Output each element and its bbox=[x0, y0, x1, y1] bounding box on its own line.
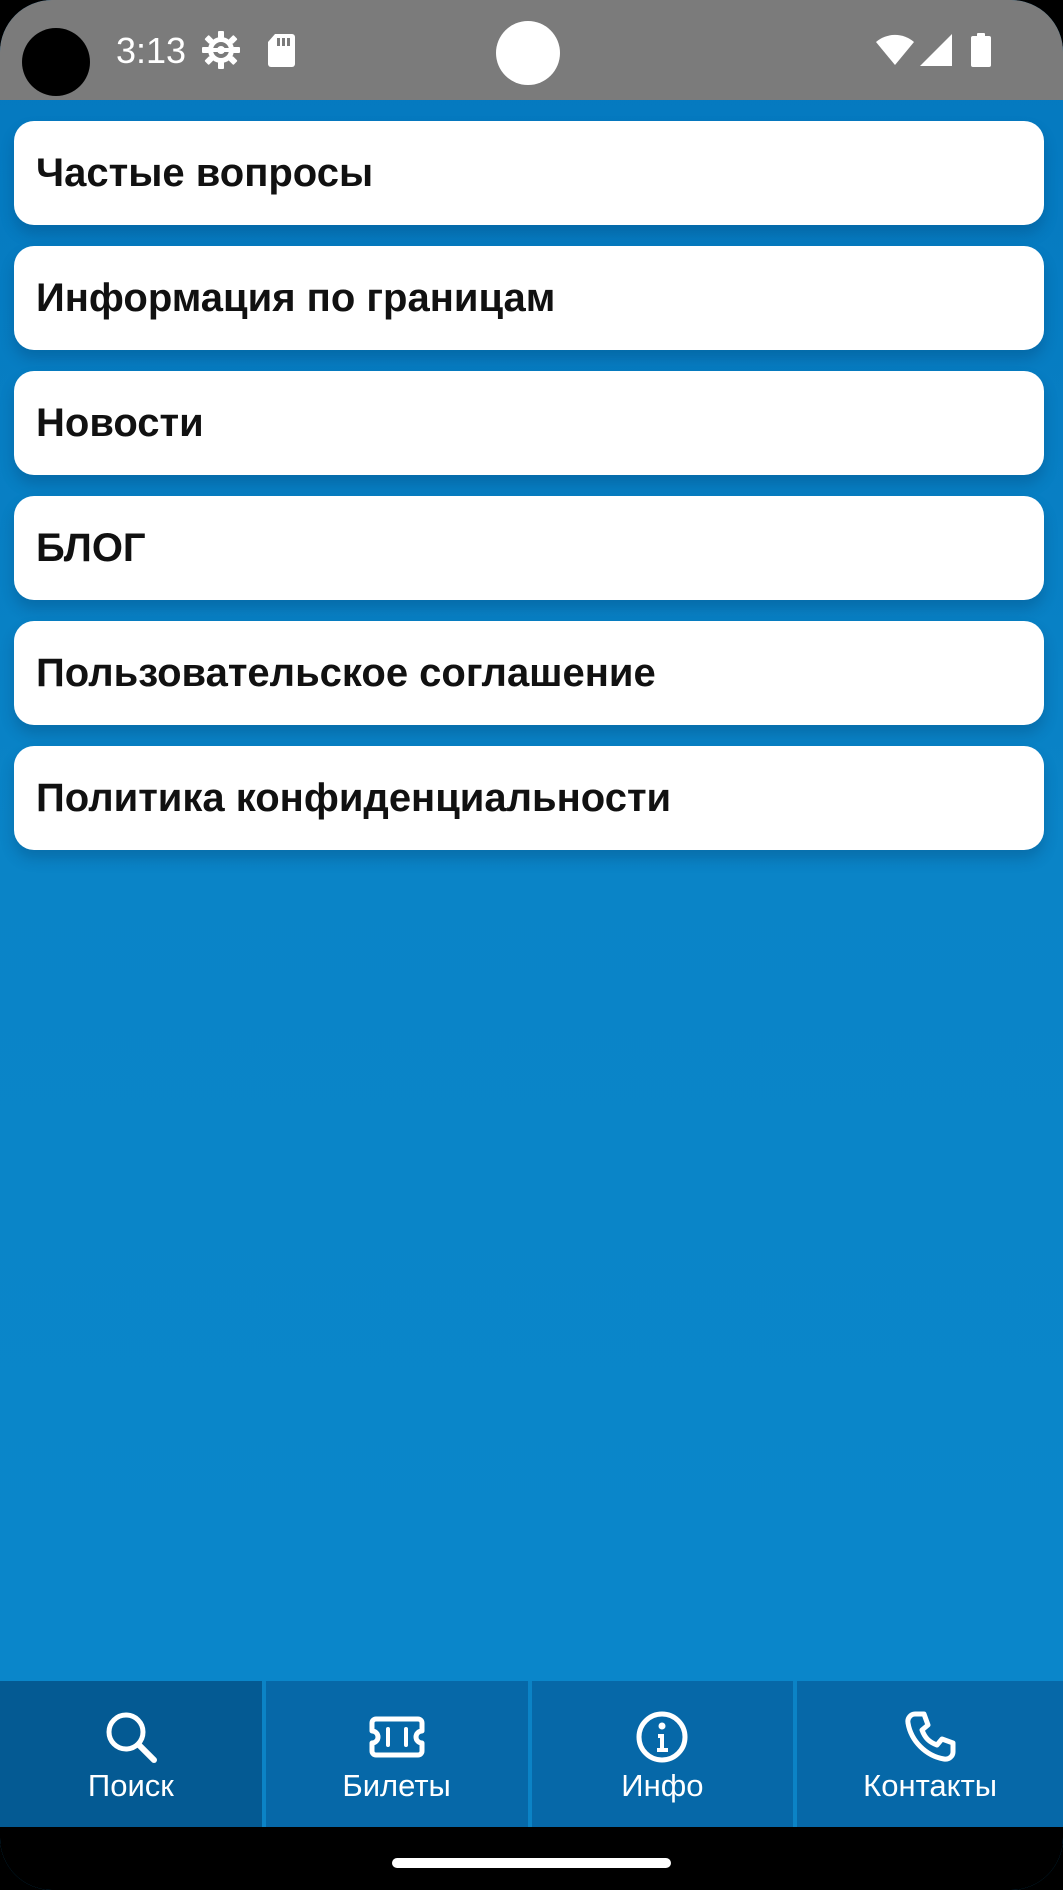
tab-label: Билеты bbox=[342, 1768, 451, 1803]
sd-card-icon bbox=[264, 30, 298, 70]
menu-item-news[interactable]: Новости bbox=[14, 371, 1044, 475]
bottom-navigation: Поиск Билеты Инфо Контакты bbox=[0, 1681, 1063, 1827]
search-icon bbox=[102, 1708, 160, 1766]
menu-item-border-info[interactable]: Информация по границам bbox=[14, 246, 1044, 350]
tab-contacts[interactable]: Контакты bbox=[797, 1681, 1063, 1827]
mobile-screen: 3:13 Частые вопросы Информация по границ… bbox=[0, 0, 1063, 1890]
status-bar: 3:13 bbox=[0, 0, 1063, 100]
home-indicator[interactable] bbox=[392, 1858, 671, 1868]
gesture-navigation-area bbox=[0, 1827, 1063, 1890]
menu-item-blog[interactable]: БЛОГ bbox=[14, 496, 1044, 600]
menu-item-faq[interactable]: Частые вопросы bbox=[14, 121, 1044, 225]
info-menu-list: Частые вопросы Информация по границам Но… bbox=[14, 121, 1044, 871]
ticket-icon bbox=[368, 1708, 426, 1766]
battery-icon bbox=[968, 30, 994, 70]
tab-info[interactable]: Инфо bbox=[531, 1681, 798, 1827]
front-camera bbox=[496, 21, 560, 85]
phone-icon bbox=[901, 1708, 959, 1766]
menu-item-user-agreement[interactable]: Пользовательское соглашение bbox=[14, 621, 1044, 725]
camera-cutout bbox=[22, 28, 90, 96]
tab-label: Инфо bbox=[621, 1768, 704, 1803]
settings-icon bbox=[200, 30, 242, 70]
menu-item-label: Пользовательское соглашение bbox=[36, 651, 656, 695]
tab-tickets[interactable]: Билеты bbox=[265, 1681, 532, 1827]
tab-search[interactable]: Поиск bbox=[0, 1681, 266, 1827]
wifi-icon bbox=[874, 30, 916, 70]
menu-item-label: Новости bbox=[36, 401, 204, 445]
menu-item-label: Политика конфиденциальности bbox=[36, 776, 672, 820]
cellular-signal-icon bbox=[918, 30, 954, 70]
menu-item-label: БЛОГ bbox=[36, 526, 146, 570]
tab-label: Поиск bbox=[87, 1768, 174, 1803]
status-time: 3:13 bbox=[116, 30, 187, 71]
tab-label: Контакты bbox=[863, 1768, 998, 1803]
info-icon bbox=[633, 1708, 691, 1766]
menu-item-privacy-policy[interactable]: Политика конфиденциальности bbox=[14, 746, 1044, 850]
menu-item-label: Информация по границам bbox=[36, 276, 556, 320]
menu-item-label: Частые вопросы bbox=[36, 151, 374, 195]
